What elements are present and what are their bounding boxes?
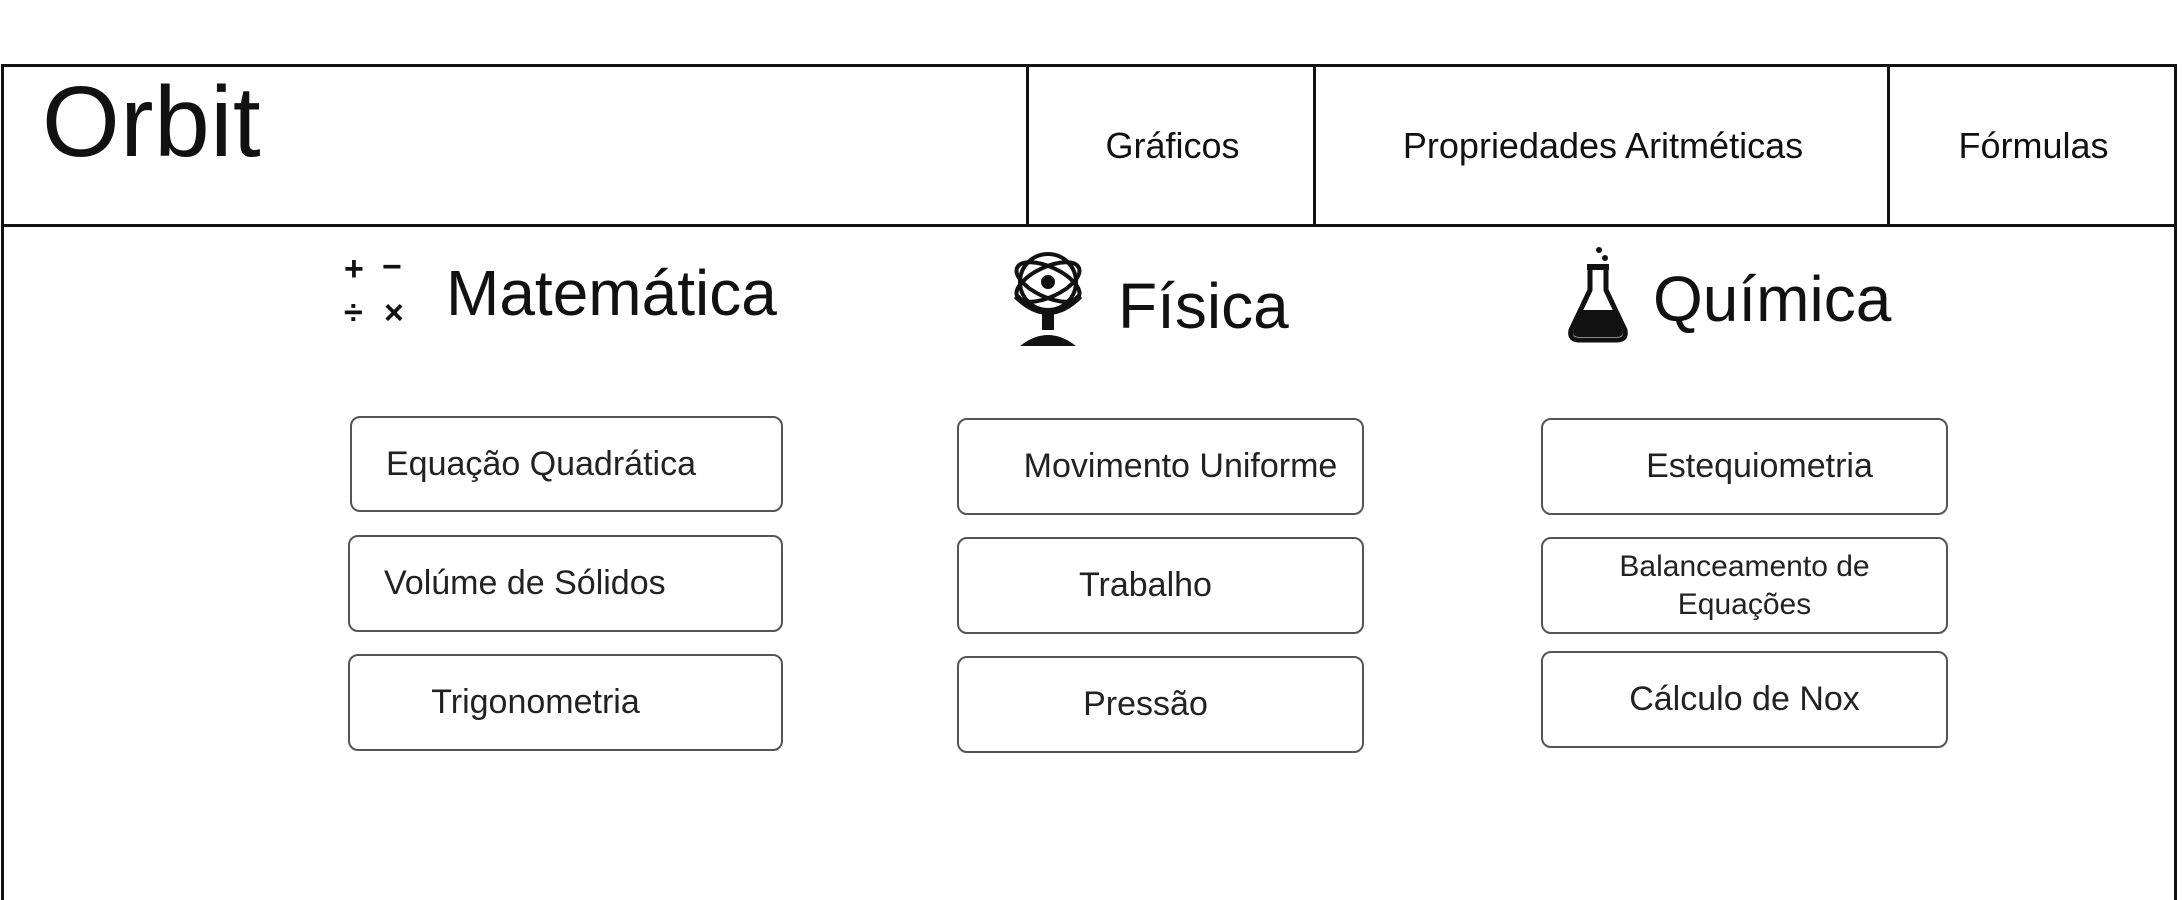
section-heading-matematica: + − ÷ × Matemática bbox=[344, 248, 777, 334]
nav-graficos[interactable]: Gráficos bbox=[1026, 64, 1316, 227]
button-balanceamento-de-equacoes[interactable]: Balanceamento de Equações bbox=[1541, 537, 1948, 634]
button-calculo-de-nox[interactable]: Cálculo de Nox bbox=[1541, 651, 1948, 748]
times-glyph: × bbox=[384, 294, 404, 332]
plus-glyph: + bbox=[344, 250, 364, 288]
button-pressao[interactable]: Pressão bbox=[957, 656, 1364, 753]
button-volume-de-solidos[interactable]: Volúme de Sólidos bbox=[348, 535, 783, 632]
section-title-matematica: Matemática bbox=[446, 257, 777, 329]
button-trabalho[interactable]: Trabalho bbox=[957, 537, 1364, 634]
nav-formulas[interactable]: Fórmulas bbox=[1887, 64, 2177, 227]
section-heading-quimica: Química bbox=[1565, 244, 1891, 354]
nav-propriedades-aritmeticas[interactable]: Propriedades Aritméticas bbox=[1313, 64, 1890, 227]
button-equacao-quadratica[interactable]: Equação Quadrática bbox=[350, 416, 783, 512]
button-trigonometria[interactable]: Trigonometria bbox=[348, 654, 783, 751]
minus-glyph: − bbox=[382, 248, 402, 286]
math-operators-icon: + − ÷ × bbox=[344, 248, 424, 334]
section-title-fisica: Física bbox=[1118, 270, 1289, 342]
brand-logo-text: Orbit bbox=[42, 66, 262, 178]
divide-glyph: ÷ bbox=[344, 294, 363, 332]
section-heading-fisica: Física bbox=[1000, 246, 1289, 366]
flask-icon bbox=[1565, 244, 1631, 354]
gyroscope-atom-icon bbox=[1000, 246, 1096, 366]
section-title-quimica: Química bbox=[1653, 263, 1892, 335]
button-movimento-uniforme[interactable]: Movimento Uniforme bbox=[957, 418, 1364, 515]
button-estequiometria[interactable]: Estequiometria bbox=[1541, 418, 1948, 515]
